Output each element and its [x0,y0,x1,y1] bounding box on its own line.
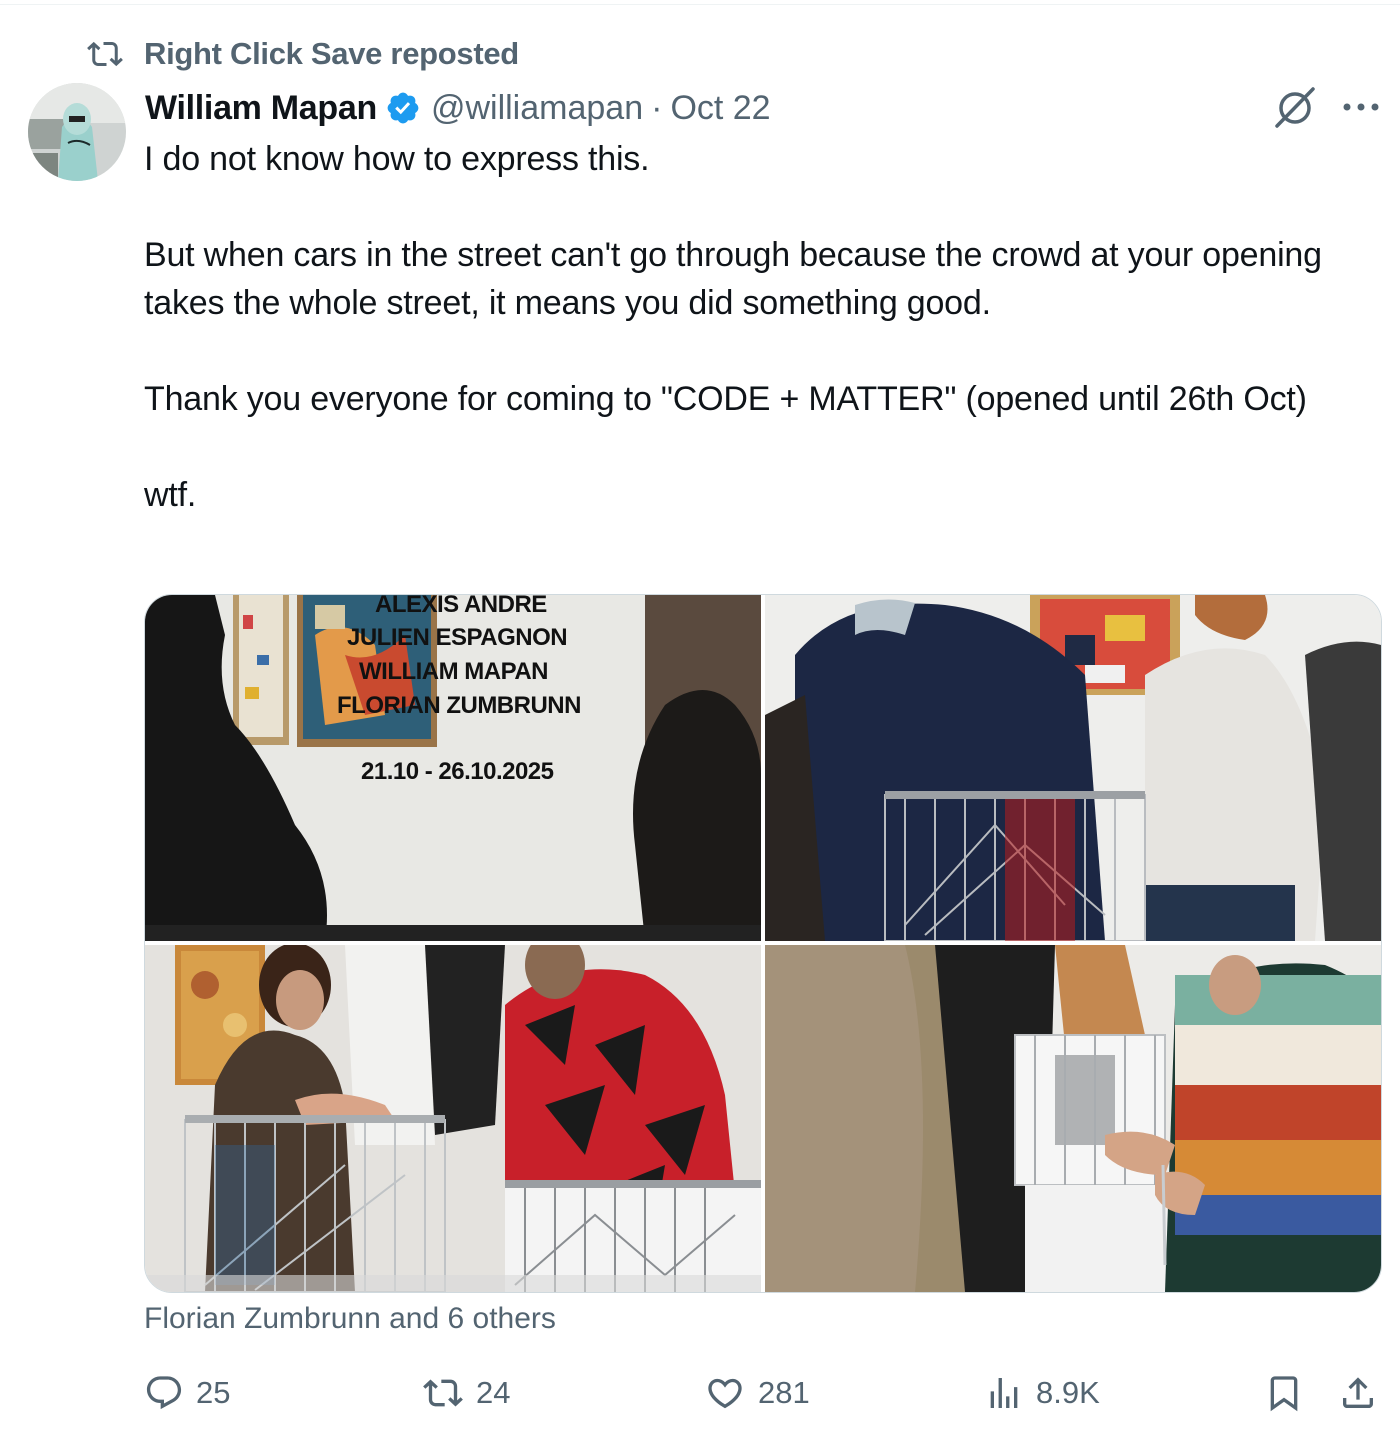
like-count: 281 [758,1375,810,1410]
avatar[interactable] [28,83,126,181]
photo-visitors-conversation[interactable] [145,945,761,1292]
share-button[interactable] [1338,1368,1378,1418]
tagged-users[interactable]: Florian Zumbrunn and 6 others [144,1302,556,1336]
paragraph-spacer [144,327,1364,375]
paragraph-spacer [144,183,1364,231]
tweet-text: I do not know how to express this. But w… [144,135,1364,519]
repost-label: Right Click Save reposted [144,36,519,71]
repost-icon [84,36,126,72]
repost-icon [423,1379,463,1407]
top-divider [0,4,1400,5]
bookmark-icon [1270,1376,1298,1412]
poster-dates: 21.10 - 26.10.2025 [361,758,554,785]
repost-button[interactable]: 24 [422,1368,510,1418]
author-handle[interactable]: @williamapan [431,89,643,128]
poster-line: WILLIAM MAPAN [359,658,548,685]
views-button[interactable]: 8.9K [984,1368,1100,1418]
poster-line: FLORIAN ZUMBRUNN [337,692,581,719]
tweet-paragraph: Thank you everyone for coming to "CODE +… [144,380,1307,418]
share-icon [1343,1377,1373,1408]
photo-crowd-sculpture[interactable] [765,595,1381,941]
reply-button[interactable]: 25 [144,1368,230,1418]
views-count: 8.9K [1036,1375,1100,1410]
tweet-paragraph: wtf. [144,476,197,514]
poster-line: JULIEN ESPAGNON [347,624,567,651]
grok-icon[interactable] [1273,86,1319,128]
photo-visitor-sweater[interactable] [765,945,1381,1292]
reply-icon [146,1376,182,1410]
bookmark-button[interactable] [1264,1368,1304,1418]
author-name[interactable]: William Mapan [145,89,377,128]
tweet-paragraph: I do not know how to express this. [144,140,650,178]
tweet-date[interactable]: Oct 22 [670,89,770,128]
photo-exhibition-poster[interactable]: ALEXIS ANDRE JULIEN ESPAGNON WILLIAM MAP… [145,595,761,941]
views-chart-icon [990,1378,1018,1408]
reply-count: 25 [196,1375,231,1410]
tweet-header: William Mapan @williamapan · Oct 22 [145,85,771,131]
verified-badge-icon[interactable] [385,90,421,126]
more-options-icon[interactable] [1338,92,1384,122]
media-grid: ALEXIS ANDRE JULIEN ESPAGNON WILLIAM MAP… [144,594,1382,1293]
repost-count: 24 [476,1375,511,1410]
repost-context[interactable]: Right Click Save reposted [84,34,519,74]
like-button[interactable]: 281 [704,1368,810,1418]
tweet-paragraph: But when cars in the street can't go thr… [144,236,1332,322]
heart-icon [708,1378,742,1409]
action-bar: 25 24 281 8.9K [144,1368,1384,1418]
paragraph-spacer [144,423,1364,471]
header-separator: · [651,88,663,127]
poster-line: ALEXIS ANDRE [375,595,547,618]
